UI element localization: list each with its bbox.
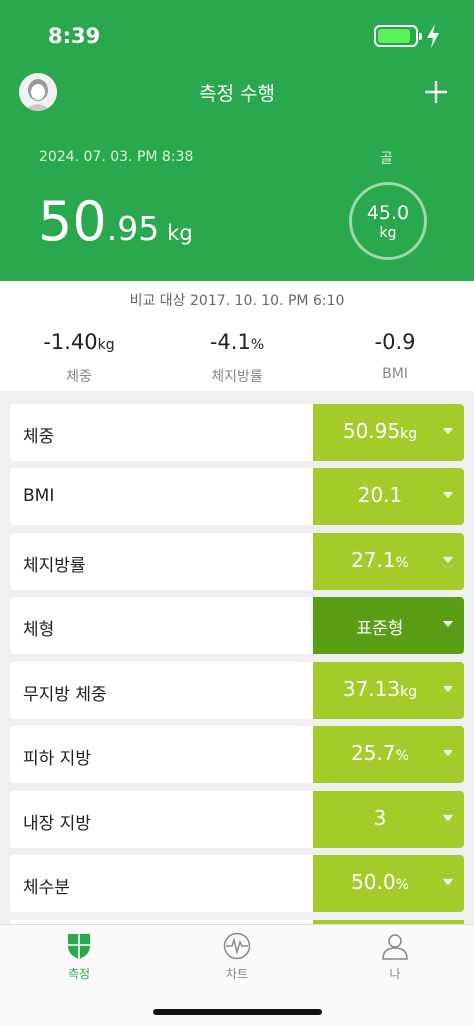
delta-unit: % — [250, 337, 265, 353]
dropdown-arrow-icon — [443, 686, 453, 692]
delta-unit: kg — [97, 337, 115, 353]
body-fat-delta: -4.1% 체지방률 — [158, 329, 316, 386]
goal-unit: kg — [379, 225, 397, 241]
person-icon — [382, 934, 408, 960]
tab-chart[interactable]: 차트 — [158, 931, 316, 989]
metric-row-body-type[interactable]: 체형 표준형 — [10, 597, 464, 654]
measurement-date: 2024. 07. 03. PM 8:38 — [39, 149, 194, 165]
metric-row-bmi[interactable]: BMI 20.1 — [10, 468, 464, 525]
metric-row-visceral-fat[interactable]: 내장 지방 3 — [10, 791, 464, 848]
battery-icon — [374, 25, 422, 47]
tab-measure[interactable]: 측정 — [0, 931, 158, 989]
comparison-date[interactable]: 비교 대상 2017. 10. 10. PM 6:10 — [0, 290, 474, 310]
bmi-delta: -0.9 BMI — [316, 329, 474, 382]
metric-value: 27.1 — [351, 548, 396, 572]
delta-value: -4.1 — [209, 330, 251, 354]
metric-unit: kg — [400, 426, 418, 442]
metric-row-body-water[interactable]: 체수분 50.0% — [10, 855, 464, 912]
comparison-section: 비교 대상 2017. 10. 10. PM 6:10 -1.40kg 체중 -… — [0, 281, 474, 391]
tab-label: 나 — [389, 967, 401, 981]
add-icon[interactable] — [423, 79, 449, 105]
metric-value-button[interactable]: 50.95kg — [313, 404, 464, 461]
dropdown-arrow-icon — [443, 428, 453, 434]
metric-value-button[interactable]: 27.1% — [313, 533, 464, 590]
tab-label: 측정 — [67, 967, 91, 981]
metric-value-button[interactable]: 37.13kg — [313, 662, 464, 719]
metric-value: 50.95 — [342, 419, 401, 443]
metric-row-subcutaneous-fat[interactable]: 피하 지방 25.7% — [10, 726, 464, 783]
metric-value-button[interactable]: 표준형 — [313, 597, 464, 654]
metric-unit: % — [395, 877, 409, 893]
delta-label: 체지방률 — [211, 369, 263, 385]
dropdown-arrow-icon — [443, 879, 453, 885]
metric-name: 무지방 체중 — [23, 685, 107, 705]
metric-name: 체수분 — [23, 878, 70, 898]
metric-name: 내장 지방 — [23, 814, 91, 834]
dropdown-arrow-icon — [443, 492, 453, 498]
metric-name: 피하 지방 — [23, 749, 91, 769]
metric-value-button[interactable]: 20.1 — [313, 468, 464, 525]
tab-label: 차트 — [225, 967, 249, 981]
metric-row-weight[interactable]: 체중 50.95kg — [10, 404, 464, 461]
metric-value: 25.7 — [351, 741, 396, 765]
delta-label: 체중 — [66, 369, 92, 385]
weight-integer: 50 — [38, 190, 107, 253]
dropdown-arrow-icon — [443, 557, 453, 563]
header: 8:39 측정 수행 2024. 07. 03. PM 8:38 50.95 kg… — [0, 0, 474, 281]
metric-name: BMI — [23, 486, 55, 506]
weight-delta: -1.40kg 체중 — [0, 329, 158, 386]
delta-label: BMI — [382, 366, 408, 382]
metric-name: 체형 — [23, 620, 55, 640]
weight-fraction: .95 — [106, 209, 160, 248]
metric-value: 표준형 — [356, 619, 404, 639]
home-indicator — [153, 1009, 322, 1015]
delta-value: -1.40 — [43, 330, 98, 354]
goal-circle[interactable]: 45.0 kg — [349, 182, 427, 260]
weight-unit: kg — [167, 221, 193, 245]
dropdown-arrow-icon — [443, 815, 453, 821]
metric-value: 37.13 — [342, 677, 401, 701]
shield-icon — [68, 934, 90, 959]
goal-value: 45.0 — [366, 202, 410, 224]
metric-unit: % — [395, 555, 409, 571]
delta-value: -0.9 — [374, 330, 416, 354]
metric-value: 20.1 — [357, 483, 403, 507]
tab-me[interactable]: 나 — [316, 931, 474, 989]
metric-unit: kg — [400, 684, 418, 700]
metric-value-button[interactable]: 50.0% — [313, 855, 464, 912]
metric-row-lean-mass[interactable]: 무지방 체중 37.13kg — [10, 662, 464, 719]
page-title: 측정 수행 — [199, 83, 275, 105]
metric-value-button[interactable]: 3 — [313, 791, 464, 848]
metric-row-body-fat[interactable]: 체지방률 27.1% — [10, 533, 464, 590]
metric-value: 50.0 — [351, 870, 396, 894]
metric-value: 3 — [373, 806, 387, 830]
metric-value-button[interactable]: 25.7% — [313, 726, 464, 783]
metric-name: 체지방률 — [23, 556, 86, 576]
dropdown-arrow-icon — [443, 750, 453, 756]
metric-name: 체중 — [23, 427, 55, 447]
charging-bolt-icon — [427, 24, 439, 48]
goal-label: 골 — [380, 151, 393, 167]
dropdown-arrow-icon — [443, 621, 453, 627]
pulse-icon — [223, 932, 251, 960]
current-weight: 50.95 kg — [38, 190, 193, 253]
metric-unit: % — [395, 748, 409, 764]
status-time: 8:39 — [48, 24, 101, 48]
